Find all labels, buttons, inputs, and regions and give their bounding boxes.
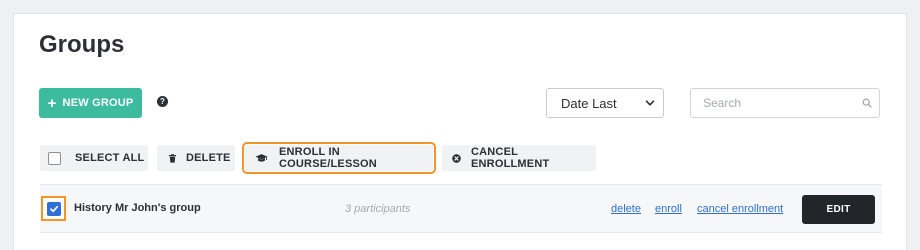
new-group-button[interactable]: + NEW GROUP	[39, 88, 142, 118]
select-all-button[interactable]: SELECT ALL	[40, 145, 148, 171]
chevron-down-icon	[645, 98, 655, 108]
sort-select[interactable]: Date Last	[546, 88, 664, 118]
cancel-enrollment-button[interactable]: CANCEL ENROLLMENT	[442, 145, 596, 171]
page-title: Groups	[39, 31, 125, 58]
enroll-label: ENROLL IN COURSE/LESSON	[279, 146, 377, 170]
delete-link[interactable]: delete	[611, 203, 641, 215]
select-all-checkbox[interactable]	[48, 151, 61, 165]
cancel-enrollment-link[interactable]: cancel enrollment	[697, 203, 783, 215]
delete-button[interactable]: DELETE	[157, 145, 235, 171]
row-checkbox-highlight[interactable]	[41, 196, 66, 221]
cancel-enrollment-label: CANCEL ENROLLMENT	[471, 146, 550, 170]
row-checkbox[interactable]	[46, 201, 61, 216]
graduation-cap-icon	[255, 153, 268, 163]
groups-panel: Groups + NEW GROUP ? Date Last SELECT AL…	[13, 13, 907, 250]
table-row: History Mr John's group 3 participants d…	[40, 184, 882, 233]
enroll-link[interactable]: enroll	[655, 203, 682, 215]
enroll-button[interactable]: ENROLL IN COURSE/LESSON	[242, 142, 436, 174]
plus-icon: +	[47, 94, 57, 112]
question-circle-icon[interactable]: ?	[157, 96, 168, 107]
sort-select-value: Date Last	[561, 95, 617, 111]
edit-button[interactable]: EDIT	[802, 195, 875, 224]
participants-count: 3 participants	[345, 203, 411, 215]
search-icon[interactable]	[862, 98, 872, 108]
select-all-label: SELECT ALL	[75, 152, 145, 164]
new-group-label: NEW GROUP	[62, 97, 134, 109]
search-input[interactable]	[690, 88, 880, 118]
delete-label: DELETE	[186, 152, 231, 164]
trash-icon	[168, 153, 177, 163]
x-circle-icon	[452, 153, 461, 163]
group-name: History Mr John's group	[74, 202, 201, 214]
checkmark-icon	[49, 204, 59, 214]
